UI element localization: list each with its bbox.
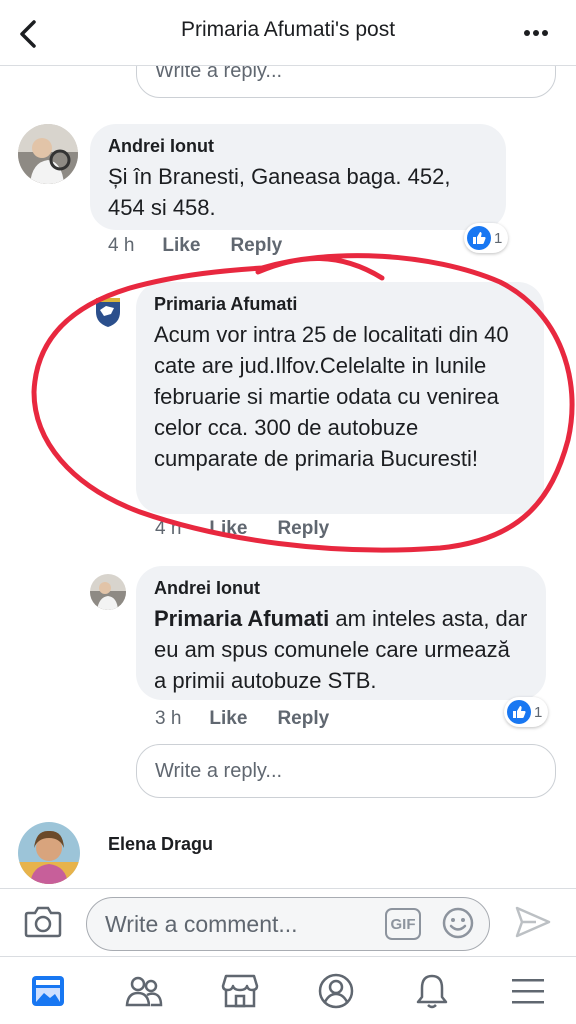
comment-author[interactable]: Elena Dragu: [108, 834, 213, 855]
avatar-primaria-afumati[interactable]: [94, 296, 122, 328]
reply-button[interactable]: Reply: [277, 518, 329, 540]
comment-text: Acum vor intra 25 de localitati din 40 c…: [154, 322, 509, 471]
reply-input[interactable]: Write a reply...: [136, 744, 556, 798]
page-title: Primaria Afumati's post: [180, 18, 396, 41]
comment-actions: 3 h Like Reply: [155, 708, 359, 730]
comment-placeholder: Write a comment...: [105, 911, 298, 937]
avatar-andrei-ionut[interactable]: [18, 124, 78, 184]
comment-author[interactable]: Andrei Ionut: [154, 578, 528, 599]
friends-icon: [125, 976, 163, 1006]
smiley-icon: [442, 907, 474, 939]
reply-placeholder: Write a reply...: [155, 759, 283, 782]
top-bar: Primaria Afumati's post: [0, 0, 576, 66]
bottom-tab-bar: [0, 956, 576, 1024]
comment-input[interactable]: Write a comment... GIF: [86, 897, 490, 951]
tab-marketplace[interactable]: [210, 961, 270, 1021]
reply-button[interactable]: Reply: [230, 235, 282, 257]
comment-author[interactable]: Primaria Afumati: [154, 294, 526, 315]
comment-thread: Write a reply... Andrei Ionut Și în Bran…: [0, 0, 576, 890]
reaction-number: 1: [534, 703, 543, 721]
comment-bubble[interactable]: Primaria Afumati Acum vor intra 25 de lo…: [136, 282, 544, 514]
like-button[interactable]: Like: [162, 235, 200, 257]
reaction-count[interactable]: 1: [464, 223, 509, 253]
reaction-number: 1: [494, 229, 503, 247]
avatar-elena-dragu[interactable]: [18, 822, 80, 884]
reaction-count[interactable]: 1: [504, 697, 549, 727]
comment-time: 3 h: [155, 708, 182, 729]
more-dots-icon: [524, 30, 548, 36]
like-button[interactable]: Like: [209, 518, 247, 540]
comment-actions: 4 h Like Reply: [108, 235, 312, 257]
send-arrow-icon: [515, 906, 551, 938]
comment-author[interactable]: Andrei Ionut: [108, 136, 488, 157]
comment-time: 4 h: [108, 235, 135, 256]
like-reaction-icon: [467, 226, 491, 250]
comment-composer: Write a comment... GIF: [0, 888, 576, 956]
emoji-button[interactable]: [441, 906, 475, 940]
send-button[interactable]: [514, 903, 552, 941]
comment-bubble[interactable]: Andrei Ionut Și în Branesti, Ganeasa bag…: [90, 124, 506, 230]
tab-profile[interactable]: [306, 961, 366, 1021]
hamburger-menu-icon: [512, 978, 544, 1003]
camera-button[interactable]: [24, 905, 62, 939]
profile-icon: [318, 973, 354, 1008]
marketplace-icon: [221, 974, 259, 1007]
comment-time: 4 h: [155, 518, 182, 539]
more-options-button[interactable]: [518, 20, 554, 46]
tab-news-feed[interactable]: [18, 961, 78, 1021]
avatar-andrei-ionut[interactable]: [90, 574, 126, 610]
comment-text: Primaria Afumati am inteles asta, dar eu…: [154, 603, 528, 696]
comment-text: Și în Branesti, Ganeasa baga. 452, 454 s…: [108, 164, 451, 220]
news-feed-icon: [32, 975, 64, 1006]
camera-icon: [24, 906, 62, 938]
tab-notifications[interactable]: [402, 961, 462, 1021]
tab-friends[interactable]: [114, 961, 174, 1021]
gif-button[interactable]: GIF: [385, 908, 421, 940]
comment-actions: 4 h Like Reply: [155, 518, 359, 540]
like-reaction-icon: [507, 700, 531, 724]
bell-icon: [416, 974, 448, 1008]
comment-mention[interactable]: Primaria Afumati: [154, 606, 329, 631]
tab-menu[interactable]: [498, 961, 558, 1021]
reply-button[interactable]: Reply: [277, 708, 329, 730]
comment-bubble[interactable]: Andrei Ionut Primaria Afumati am inteles…: [136, 566, 546, 700]
like-button[interactable]: Like: [209, 708, 247, 730]
